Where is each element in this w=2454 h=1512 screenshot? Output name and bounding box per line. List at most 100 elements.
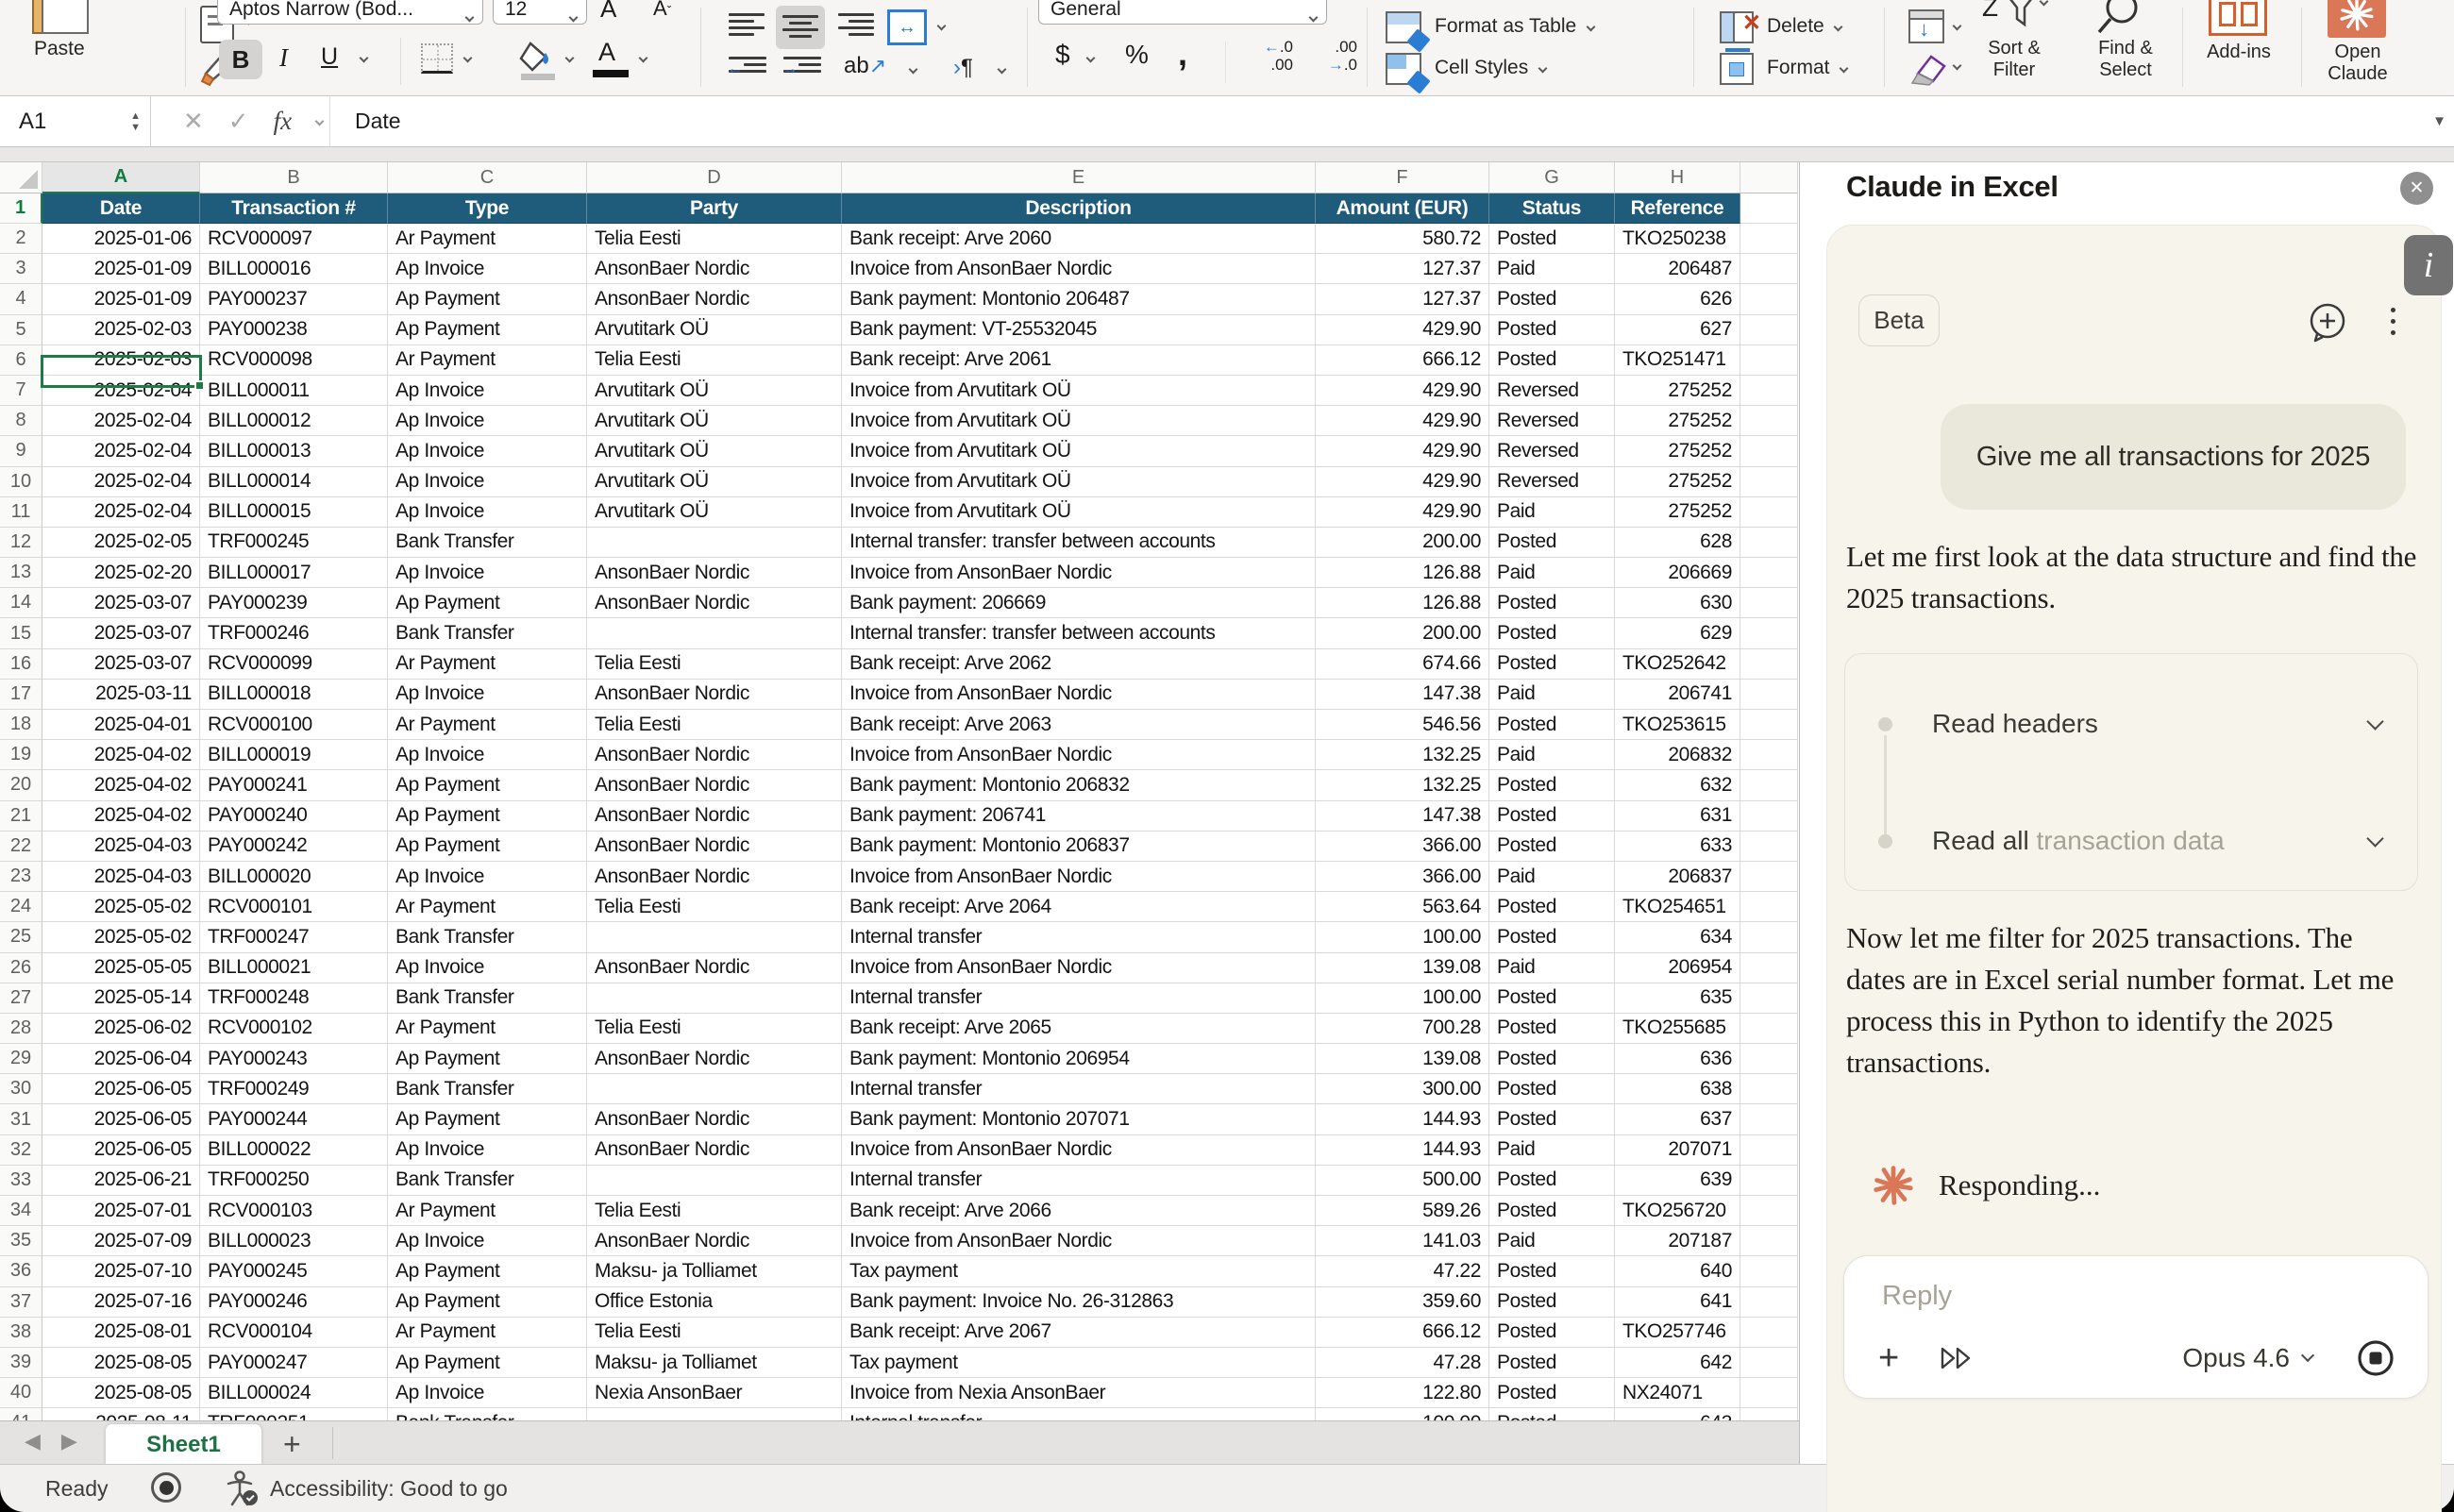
column-header-E[interactable]: E <box>842 162 1316 193</box>
table-cell[interactable]: Bank receipt: Arve 2061 <box>842 345 1316 376</box>
table-cell[interactable]: Reversed <box>1489 406 1615 436</box>
table-cell[interactable]: 275252 <box>1615 436 1740 466</box>
number-format-select[interactable]: General <box>1038 0 1327 25</box>
table-cell[interactable]: 641 <box>1615 1287 1740 1318</box>
table-cell[interactable]: 640 <box>1615 1256 1740 1286</box>
increase-indent-icon[interactable]: → <box>783 57 821 73</box>
table-cell[interactable]: 2025-05-02 <box>42 892 200 922</box>
align-right-icon[interactable] <box>838 13 874 36</box>
column-header-C[interactable]: C <box>388 162 587 193</box>
table-cell[interactable]: Arvutitark OÜ <box>587 436 842 466</box>
table-cell[interactable]: Invoice from AnsonBaer Nordic <box>842 558 1316 588</box>
table-cell[interactable]: 643 <box>1615 1408 1740 1420</box>
table-cell[interactable]: Ap Invoice <box>388 376 587 406</box>
table-cell[interactable]: BILL000018 <box>200 680 388 710</box>
table-cell[interactable]: PAY000241 <box>200 770 388 800</box>
table-cell[interactable]: Maksu- ja Tolliamet <box>587 1256 842 1286</box>
filler-cell[interactable] <box>1740 801 1798 832</box>
skip-icon[interactable] <box>1939 1344 1976 1372</box>
table-cell[interactable]: 632 <box>1615 770 1740 800</box>
table-cell[interactable]: Bank payment: Montonio 206832 <box>842 770 1316 800</box>
table-cell[interactable]: Ap Invoice <box>388 740 587 770</box>
table-cell[interactable]: 2025-02-05 <box>42 528 200 558</box>
table-cell[interactable]: 100.00 <box>1316 1408 1489 1420</box>
table-cell[interactable]: Telia Eesti <box>587 345 842 376</box>
filler-cell[interactable] <box>1740 892 1798 922</box>
row-number[interactable]: 37 <box>0 1287 42 1318</box>
table-cell[interactable]: 429.90 <box>1316 436 1489 466</box>
filler-cell[interactable] <box>1740 710 1798 740</box>
clear-eraser-icon[interactable] <box>1907 51 1948 87</box>
table-cell[interactable]: Bank receipt: Arve 2062 <box>842 649 1316 680</box>
enter-icon[interactable]: ✓ <box>228 107 249 136</box>
accessibility-status[interactable]: Accessibility: Good to go <box>270 1476 508 1502</box>
table-cell[interactable]: Ap Invoice <box>388 254 587 284</box>
cell-styles-button[interactable]: Cell Styles <box>1435 57 1546 79</box>
table-cell[interactable]: Invoice from AnsonBaer Nordic <box>842 862 1316 892</box>
table-cell[interactable]: 2025-02-04 <box>42 436 200 466</box>
table-cell[interactable]: TKO257746 <box>1615 1318 1740 1348</box>
column-header-A[interactable]: A <box>42 162 200 193</box>
table-cell[interactable]: Posted <box>1489 528 1615 558</box>
filler-cell[interactable] <box>1740 680 1798 710</box>
row-number[interactable]: 13 <box>0 558 42 588</box>
table-cell[interactable]: Invoice from AnsonBaer Nordic <box>842 740 1316 770</box>
align-left-icon[interactable] <box>729 13 765 36</box>
increase-decimal-icon[interactable]: .00→.0 <box>1308 38 1357 74</box>
table-cell[interactable]: Bank payment: VT-25532045 <box>842 315 1316 345</box>
filler-cell[interactable] <box>1740 528 1798 558</box>
table-cell[interactable]: Ap Payment <box>388 1104 587 1134</box>
formula-input[interactable]: Date <box>332 96 2420 146</box>
table-cell[interactable]: 132.25 <box>1316 740 1489 770</box>
row-number[interactable]: 17 <box>0 680 42 710</box>
bold-button[interactable]: B <box>219 40 262 79</box>
table-cell[interactable]: Posted <box>1489 1014 1615 1044</box>
table-cell[interactable]: AnsonBaer Nordic <box>587 284 842 314</box>
table-cell[interactable]: 630 <box>1615 588 1740 618</box>
row-number[interactable]: 21 <box>0 801 42 832</box>
table-cell[interactable]: Invoice from Arvutitark OÜ <box>842 467 1316 497</box>
table-cell[interactable]: Ar Payment <box>388 1014 587 1044</box>
filler-cell[interactable] <box>1740 1226 1798 1256</box>
table-cell[interactable]: Invoice from Arvutitark OÜ <box>842 436 1316 466</box>
table-cell[interactable]: Posted <box>1489 649 1615 680</box>
format-button[interactable]: Format <box>1767 57 1847 79</box>
filler-cell[interactable] <box>1740 1074 1798 1104</box>
filler-cell[interactable] <box>1740 649 1798 680</box>
table-cell[interactable]: Ap Invoice <box>388 1378 587 1408</box>
table-cell[interactable]: PAY000245 <box>200 1256 388 1286</box>
table-cell[interactable]: Ap Payment <box>388 801 587 832</box>
table-cell[interactable]: TKO255685 <box>1615 1014 1740 1044</box>
table-cell[interactable]: 638 <box>1615 1074 1740 1104</box>
table-cell[interactable]: Arvutitark OÜ <box>587 467 842 497</box>
macro-record-icon[interactable] <box>151 1472 181 1503</box>
table-cell[interactable]: Bank Transfer <box>388 1408 587 1420</box>
table-cell[interactable]: 628 <box>1615 528 1740 558</box>
table-cell[interactable]: Invoice from AnsonBaer Nordic <box>842 1226 1316 1256</box>
row-number[interactable]: 34 <box>0 1196 42 1226</box>
table-cell[interactable]: Telia Eesti <box>587 892 842 922</box>
table-cell[interactable]: Ap Invoice <box>388 436 587 466</box>
table-cell[interactable]: AnsonBaer Nordic <box>587 953 842 983</box>
table-cell[interactable]: 2025-06-05 <box>42 1104 200 1134</box>
table-cell[interactable]: 206669 <box>1615 558 1740 588</box>
table-cell[interactable]: Paid <box>1489 1226 1615 1256</box>
table-cell[interactable]: Telia Eesti <box>587 710 842 740</box>
font-name-select[interactable]: Aptos Narrow (Bod... <box>217 0 483 25</box>
table-cell[interactable]: Ap Invoice <box>388 406 587 436</box>
table-cell[interactable]: Posted <box>1489 983 1615 1014</box>
clear-dropdown-icon[interactable] <box>1953 61 1962 71</box>
new-chat-icon[interactable] <box>2306 300 2349 344</box>
table-cell[interactable]: RCV000099 <box>200 649 388 680</box>
sheet-tab[interactable]: Sheet1 <box>106 1424 261 1465</box>
table-cell[interactable]: 2025-07-09 <box>42 1226 200 1256</box>
table-cell[interactable]: Paid <box>1489 558 1615 588</box>
table-cell[interactable]: 2025-03-07 <box>42 649 200 680</box>
table-cell[interactable]: Invoice from AnsonBaer Nordic <box>842 254 1316 284</box>
table-cell[interactable]: 2025-08-01 <box>42 1318 200 1348</box>
table-cell[interactable]: 2025-07-16 <box>42 1287 200 1318</box>
table-cell[interactable]: Invoice from AnsonBaer Nordic <box>842 953 1316 983</box>
filler-cell[interactable] <box>1740 284 1798 314</box>
table-cell[interactable]: 2025-05-05 <box>42 953 200 983</box>
table-cell[interactable]: Posted <box>1489 1348 1615 1378</box>
